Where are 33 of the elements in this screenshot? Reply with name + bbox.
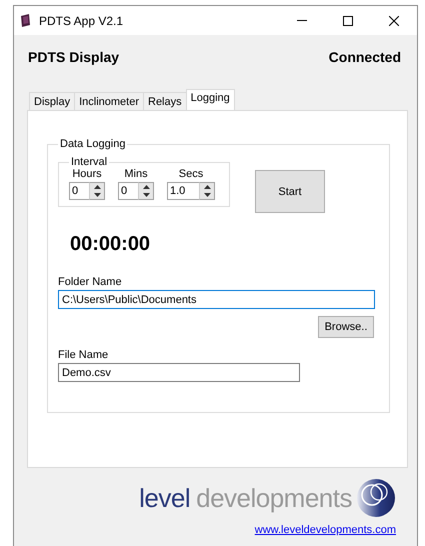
number-field[interactable]: 0 (69, 182, 89, 200)
start-button[interactable]: Start (255, 170, 325, 213)
up-arrow-icon (142, 185, 150, 189)
field-label: Folder Name (58, 276, 123, 288)
group-title: Data Logging (59, 138, 126, 150)
close-icon (389, 16, 399, 26)
tab[interactable]: Relays (143, 92, 187, 110)
up-arrow-icon (204, 185, 210, 189)
field-label: Mins (124, 168, 148, 180)
browse-button[interactable]: Browse.. (318, 316, 374, 338)
folder-input-field[interactable]: C:\Users\Public\Documents (58, 290, 375, 309)
minimize-icon (297, 20, 307, 21)
company-logo: level developments (139, 478, 396, 518)
field-label: Secs (178, 168, 204, 180)
maximize-icon (343, 16, 353, 26)
connection-status: Connected (328, 49, 401, 67)
website-link[interactable]: www.leveldevelopments.com (254, 524, 396, 536)
file-input-field[interactable]: Demo.csv (58, 363, 300, 382)
tab[interactable]: Logging (186, 89, 235, 110)
window-title: PDTS App V2.1 (39, 14, 124, 28)
number-field[interactable]: 0 (118, 182, 138, 200)
down-arrow-icon (204, 193, 210, 197)
tab[interactable]: Display (29, 92, 76, 110)
group-title: Interval (70, 156, 108, 168)
down-arrow-icon (94, 193, 100, 197)
number-field[interactable]: 1.0 (167, 182, 199, 200)
field-label: File Name (58, 349, 110, 361)
down-arrow-icon (142, 193, 150, 197)
up-arrow-icon (94, 185, 100, 189)
display-title: PDTS Display (28, 49, 120, 67)
app-icon (20, 14, 31, 27)
elapsed-timer: 00:00:00 (70, 233, 152, 256)
field-label: Hours (72, 168, 102, 180)
